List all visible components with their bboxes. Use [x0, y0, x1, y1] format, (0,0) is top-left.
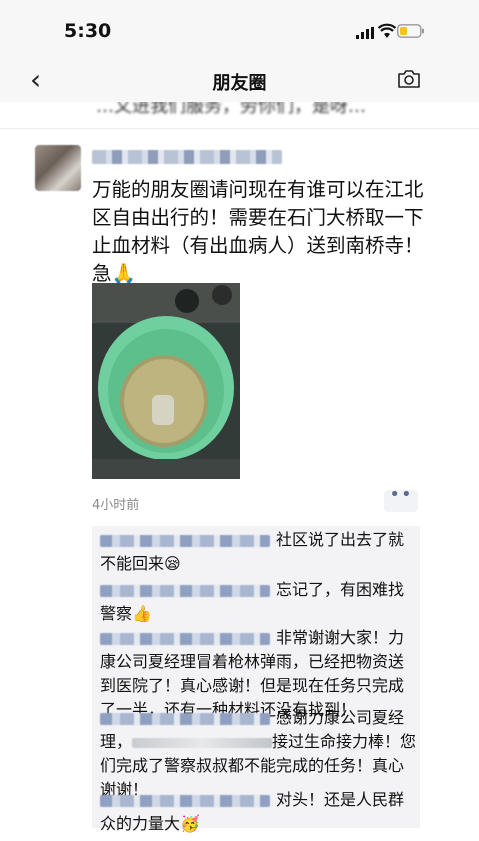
comment[interactable]: 社区说了出去了就不能回来😪: [100, 528, 418, 576]
comment[interactable]: 忘记了，有困难找警察👍: [100, 578, 418, 626]
post-photo[interactable]: [92, 283, 240, 479]
comment-author[interactable]: [100, 794, 270, 807]
status-time: 5:30: [64, 20, 112, 42]
comments-box: 社区说了出去了就不能回来😪 忘记了，有困难找警察👍 非常谢谢大家！力康公司夏经理…: [92, 526, 420, 833]
post-divider: [0, 128, 479, 129]
previous-post-tail: …又进我们服务，劳你们，是呀…: [0, 102, 479, 116]
comment-author[interactable]: [100, 534, 270, 547]
post-author-name[interactable]: [92, 150, 282, 164]
comment[interactable]: 对头！还是人民群众的力量大🥳: [100, 788, 418, 836]
status-bar: 5:30: [0, 0, 479, 58]
camera-icon[interactable]: [397, 69, 421, 89]
previous-post-text: …又进我们服务，劳你们，是呀…: [96, 102, 366, 116]
comment-author[interactable]: [100, 584, 270, 597]
post-time: 4小时前: [92, 498, 140, 513]
wifi-icon: [378, 23, 396, 38]
more-actions-label: ••: [389, 484, 413, 505]
comment-author[interactable]: [100, 712, 270, 725]
post-text: 万能的朋友圈请问现在有谁可以在江北区自由出行的！需要在石门大桥取一下止血材料（有…: [92, 178, 424, 285]
redacted-text: [132, 737, 273, 748]
more-actions-button[interactable]: ••: [384, 484, 418, 512]
comment-author[interactable]: [100, 632, 270, 645]
signal-icon: [356, 27, 374, 39]
avatar[interactable]: [35, 145, 81, 191]
nav-bar: ‹ 朋友圈: [0, 58, 479, 102]
battery-icon: [397, 24, 424, 38]
